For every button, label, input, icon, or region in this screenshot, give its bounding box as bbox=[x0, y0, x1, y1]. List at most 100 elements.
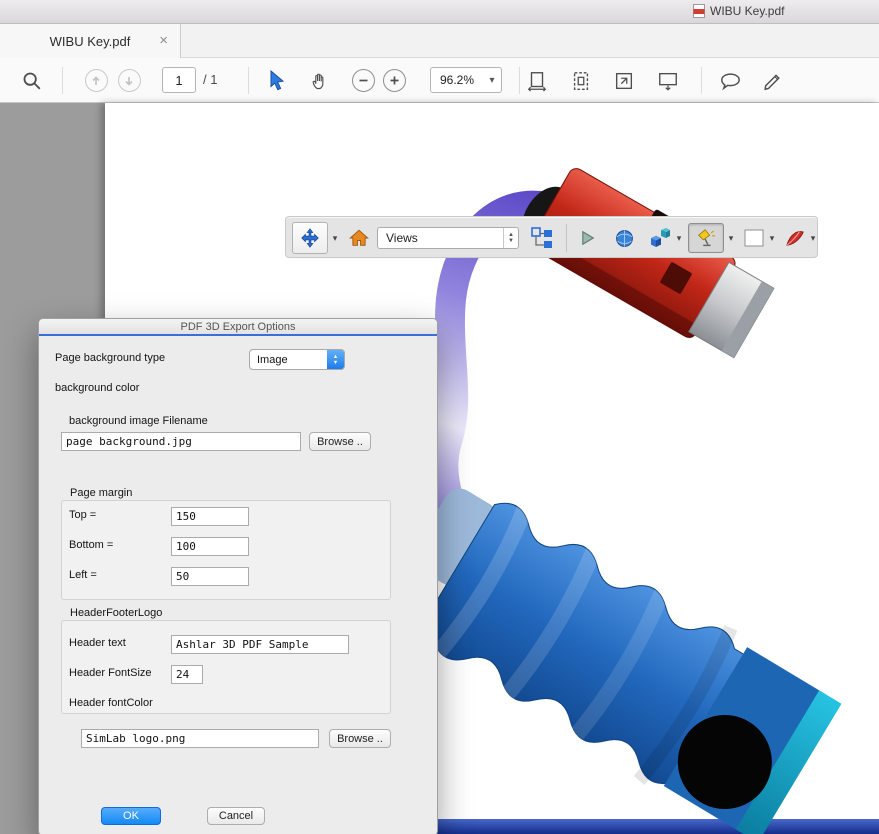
dialog-title: PDF 3D Export Options bbox=[39, 319, 437, 336]
fit-page-icon bbox=[570, 69, 592, 93]
page-background-type-dropdown[interactable]: Image ▲ ▼ bbox=[249, 349, 345, 370]
toolbar-separator bbox=[62, 67, 63, 94]
page-background-type-value: Image bbox=[250, 354, 327, 366]
fit-width-icon bbox=[657, 69, 679, 93]
left-margin-input[interactable] bbox=[171, 567, 249, 586]
stepper-down-icon: ▼ bbox=[508, 238, 514, 244]
top-margin-input[interactable] bbox=[171, 507, 249, 526]
logo-filename-input[interactable] bbox=[81, 729, 319, 748]
top-margin-label: Top = bbox=[69, 509, 96, 521]
play-icon bbox=[577, 228, 597, 248]
model-tree-icon bbox=[530, 226, 554, 250]
stepper-icon: ▲ ▼ bbox=[327, 350, 344, 369]
extras-dropdown-caret[interactable]: ▾ bbox=[674, 217, 684, 259]
stepper-down-icon: ▼ bbox=[333, 360, 338, 366]
usb-dongle-blue bbox=[372, 467, 846, 834]
search-button[interactable] bbox=[20, 58, 44, 103]
main-toolbar: / 1 96.2% ▾ bbox=[0, 58, 879, 103]
window-title-text: WIBU Key.pdf bbox=[710, 4, 784, 18]
browse-background-image-button[interactable]: Browse .. bbox=[309, 432, 371, 451]
toolbar-separator bbox=[566, 224, 567, 252]
arrow-up-icon bbox=[85, 69, 108, 92]
toolbar-separator bbox=[519, 67, 520, 94]
background-dropdown-caret[interactable]: ▾ bbox=[767, 217, 777, 259]
sphere-icon bbox=[614, 228, 635, 249]
next-page-button[interactable] bbox=[117, 58, 141, 103]
pan-arrows-icon bbox=[299, 227, 321, 249]
select-tool-button[interactable] bbox=[265, 58, 289, 103]
highlight-button[interactable] bbox=[761, 58, 785, 103]
header-text-input[interactable] bbox=[171, 635, 349, 654]
lamp-icon bbox=[695, 227, 717, 249]
page-background-type-label: Page background type bbox=[55, 352, 165, 364]
background-image-filename-label: background image Filename bbox=[69, 415, 208, 427]
search-icon bbox=[21, 70, 43, 92]
toolbar-separator bbox=[248, 67, 249, 94]
acrobat-window: WIBU Key.pdf WIBU Key.pdf × / bbox=[0, 0, 879, 834]
browse-logo-button[interactable]: Browse .. bbox=[329, 729, 391, 748]
bottom-margin-input[interactable] bbox=[171, 537, 249, 556]
pdf-file-icon bbox=[693, 4, 705, 18]
hand-icon bbox=[310, 70, 330, 92]
stepper-icon: ▲ ▼ bbox=[503, 228, 518, 248]
page-scroll-icon bbox=[526, 69, 548, 93]
toolbar-separator bbox=[701, 67, 702, 94]
header-fontsize-label: Header FontSize bbox=[69, 667, 152, 679]
speech-bubble-icon bbox=[719, 70, 742, 92]
home-icon bbox=[348, 227, 370, 249]
header-fontsize-input[interactable] bbox=[171, 665, 203, 684]
document-area: ▾ Views ▲ ▼ bbox=[0, 103, 879, 834]
zoom-in-button[interactable] bbox=[382, 58, 406, 103]
ok-button[interactable]: OK bbox=[101, 807, 161, 825]
zoom-level-dropdown[interactable]: 96.2% ▾ bbox=[430, 67, 502, 93]
cross-section-dropdown-caret[interactable]: ▾ bbox=[808, 217, 818, 259]
tab-label: WIBU Key.pdf bbox=[50, 34, 131, 49]
lighting-dropdown-caret[interactable]: ▾ bbox=[726, 217, 736, 259]
fit-one-page-button[interactable] bbox=[569, 58, 593, 103]
previous-page-button[interactable] bbox=[84, 58, 108, 103]
window-titlebar: WIBU Key.pdf bbox=[0, 0, 879, 24]
zoom-out-button[interactable] bbox=[351, 58, 375, 103]
comment-button[interactable] bbox=[718, 58, 742, 103]
3d-cross-section-button[interactable] bbox=[782, 217, 808, 259]
arrow-down-icon bbox=[118, 69, 141, 92]
background-color-label: background color bbox=[55, 382, 139, 394]
left-margin-label: Left = bbox=[69, 569, 97, 581]
tab-bar: WIBU Key.pdf × bbox=[0, 24, 879, 58]
page-scrolling-view-button[interactable] bbox=[525, 58, 549, 103]
3d-render-mode-button[interactable] bbox=[611, 217, 637, 259]
pdf-3d-export-options-dialog: PDF 3D Export Options Page background ty… bbox=[38, 318, 438, 834]
actual-size-button[interactable] bbox=[612, 58, 636, 103]
chevron-down-icon: ▾ bbox=[770, 233, 775, 244]
3d-lighting-button[interactable] bbox=[686, 217, 726, 259]
3d-play-animation-button[interactable] bbox=[574, 217, 600, 259]
cancel-button[interactable]: Cancel bbox=[207, 807, 265, 825]
pan-dropdown-caret[interactable]: ▾ bbox=[330, 217, 340, 259]
page-margin-group-label: Page margin bbox=[67, 487, 135, 499]
3d-model-tree-button[interactable] bbox=[528, 217, 556, 259]
3d-background-color-button[interactable] bbox=[741, 217, 767, 259]
document-tab[interactable]: WIBU Key.pdf × bbox=[0, 24, 181, 58]
window-title: WIBU Key.pdf bbox=[693, 4, 784, 18]
plus-icon bbox=[383, 69, 406, 92]
page-number-input[interactable] bbox=[162, 67, 196, 93]
minus-icon bbox=[352, 69, 375, 92]
views-dropdown-value: Views bbox=[378, 231, 503, 245]
chevron-down-icon: ▾ bbox=[811, 233, 816, 244]
header-footer-logo-group-label: HeaderFooterLogo bbox=[67, 607, 165, 619]
fit-width-button[interactable] bbox=[656, 58, 680, 103]
hand-tool-button[interactable] bbox=[308, 58, 332, 103]
3d-extras-button[interactable] bbox=[646, 217, 674, 259]
background-image-filename-input[interactable] bbox=[61, 432, 301, 451]
tab-close-icon[interactable]: × bbox=[159, 32, 168, 49]
color-swatch-icon bbox=[744, 229, 764, 247]
page-total-label: / 1 bbox=[203, 72, 217, 87]
cross-section-icon bbox=[784, 228, 806, 248]
chevron-down-icon: ▾ bbox=[677, 233, 682, 244]
3d-home-view-button[interactable] bbox=[346, 217, 372, 259]
bottom-margin-label: Bottom = bbox=[69, 539, 113, 551]
3d-views-dropdown[interactable]: Views ▲ ▼ bbox=[377, 227, 519, 249]
zoom-level-value: 96.2% bbox=[431, 73, 483, 87]
chevron-down-icon: ▾ bbox=[483, 75, 501, 86]
3d-pan-button[interactable] bbox=[290, 217, 330, 259]
